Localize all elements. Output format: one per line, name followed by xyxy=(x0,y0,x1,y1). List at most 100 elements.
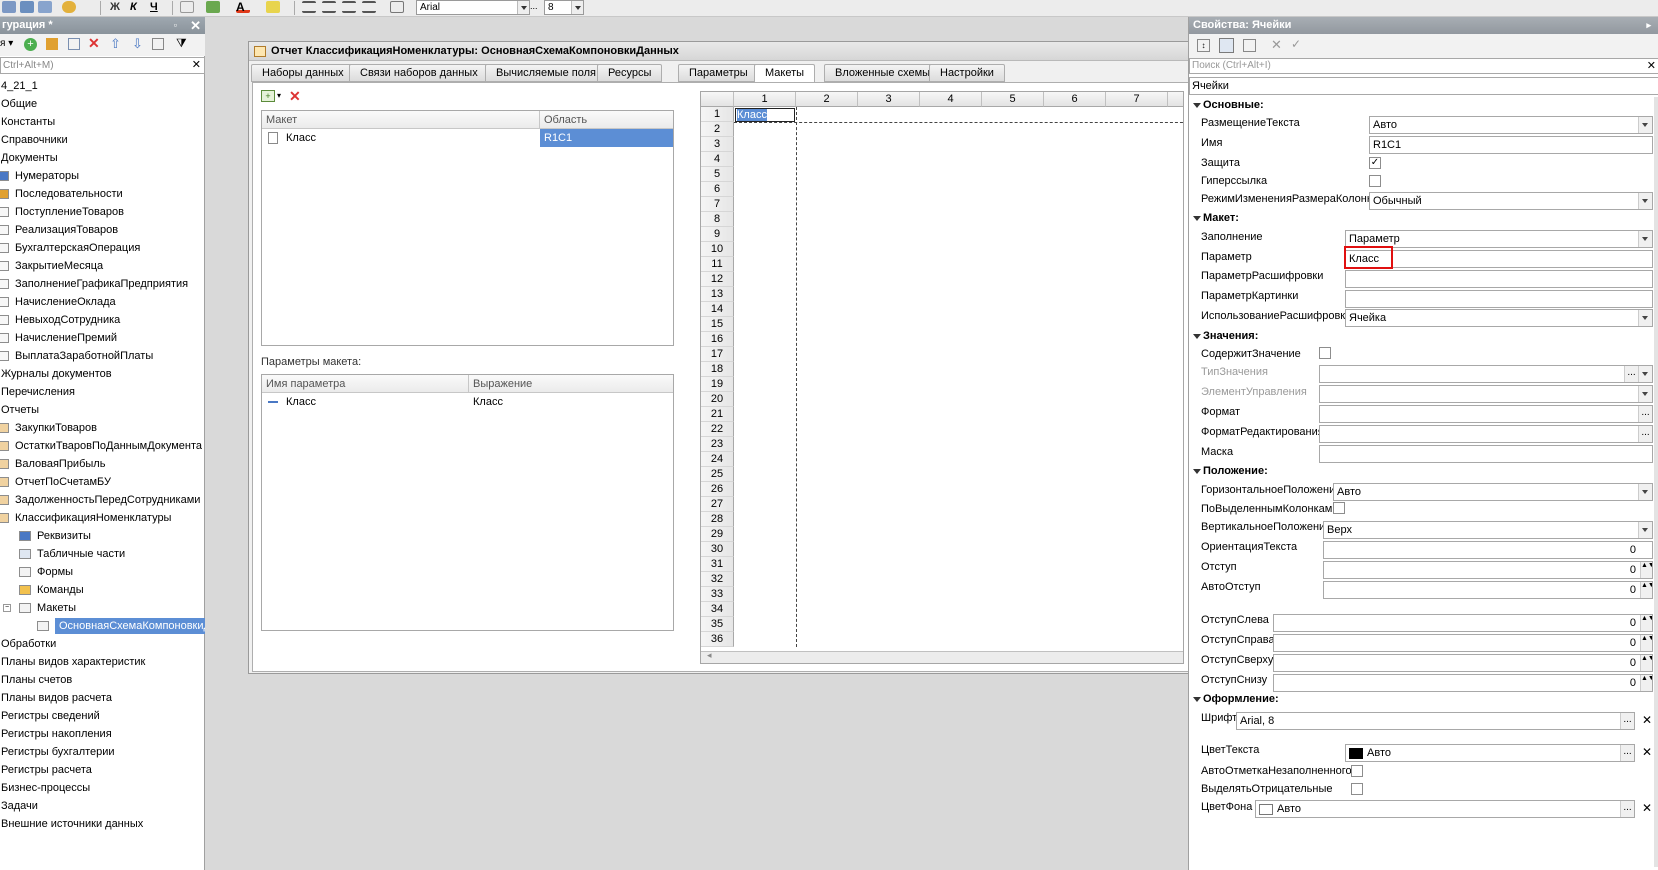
tree-item[interactable]: Константы xyxy=(0,113,205,131)
checkbox-auto_mark_empty[interactable] xyxy=(1351,765,1363,777)
tree-item[interactable]: 4_21_1 xyxy=(0,77,205,95)
field-indent_left[interactable]: 0 ▲▼ xyxy=(1273,614,1653,632)
row-header[interactable]: 36 xyxy=(701,632,734,647)
tree-item[interactable]: Регистры накопления xyxy=(0,725,205,743)
edit-icon[interactable] xyxy=(46,38,58,50)
column-header-area[interactable]: Область xyxy=(540,111,673,129)
tree-item[interactable]: Регистры бухгалтерии xyxy=(0,743,205,761)
field-auto_indent[interactable]: 0 ▲▼ xyxy=(1323,581,1653,599)
tree-item[interactable]: ОсновнаяСхемаКомпоновкиДанных xyxy=(0,617,205,635)
tree-item[interactable]: Общие xyxy=(0,95,205,113)
run-icon[interactable] xyxy=(62,1,76,13)
tab-1[interactable]: Наборы данных xyxy=(251,64,355,82)
tree-item[interactable]: Планы видов характеристик xyxy=(0,653,205,671)
field-details_parameter[interactable] xyxy=(1345,270,1653,288)
row-header[interactable]: 6 xyxy=(701,182,734,197)
database-icon[interactable] xyxy=(20,1,34,13)
row-header[interactable]: 26 xyxy=(701,482,734,497)
horizontal-scrollbar[interactable]: ◂ xyxy=(701,650,1183,663)
pin-icon[interactable]: ▫ xyxy=(174,17,177,34)
tab-6[interactable]: Макеты xyxy=(754,64,816,83)
field-vertical_position[interactable]: Верх xyxy=(1323,521,1653,539)
row-header[interactable]: 27 xyxy=(701,497,734,512)
tree-item[interactable]: ЗадолженностьПередСотрудниками xyxy=(0,491,205,509)
field-indent_bottom[interactable]: 0 ▲▼ xyxy=(1273,674,1653,692)
tab-2[interactable]: Связи наборов данных xyxy=(349,64,489,82)
column-header-expression[interactable]: Выражение xyxy=(469,375,673,393)
actions-menu[interactable]: я ▾ xyxy=(0,38,13,49)
spin-icon[interactable]: ▲▼ xyxy=(1640,615,1652,631)
row-header[interactable]: 24 xyxy=(701,452,734,467)
row-header[interactable]: 7 xyxy=(701,197,734,212)
sort-icon[interactable] xyxy=(152,38,164,50)
row-header[interactable]: 4 xyxy=(701,152,734,167)
row-header[interactable]: 3 xyxy=(701,137,734,152)
column-header-param-name[interactable]: Имя параметра xyxy=(262,375,469,393)
tree-item[interactable]: НачислениеПремий xyxy=(0,329,205,347)
align-center-icon[interactable] xyxy=(322,1,336,13)
borders-icon[interactable] xyxy=(180,1,194,13)
categories-icon[interactable] xyxy=(1219,38,1234,53)
field-details_usage[interactable]: Ячейка xyxy=(1345,309,1653,327)
clear-icon[interactable]: ✕ xyxy=(1640,712,1654,728)
tab-3[interactable]: Вычисляемые поля xyxy=(485,64,607,82)
row-header[interactable]: 21 xyxy=(701,407,734,422)
spin-icon[interactable]: ▲▼ xyxy=(1640,635,1652,651)
row-header[interactable]: 2 xyxy=(701,122,734,137)
chevron-down-icon[interactable]: ▾ xyxy=(277,91,281,100)
row-header[interactable]: 32 xyxy=(701,572,734,587)
column-header[interactable]: 6 xyxy=(1044,92,1106,107)
tree-item[interactable]: ВыплатаЗаработнойПлаты xyxy=(0,347,205,365)
vertical-scrollbar[interactable] xyxy=(1654,97,1658,867)
tree-item[interactable]: ОстаткиТваровПоДаннымДокумента xyxy=(0,437,205,455)
field-name[interactable]: R1C1 xyxy=(1369,136,1653,154)
clear-search-icon[interactable]: ✕ xyxy=(192,58,201,73)
row-header[interactable]: 12 xyxy=(701,272,734,287)
clear-icon[interactable]: ✕ xyxy=(1640,800,1654,816)
clear-icon[interactable]: ✕ xyxy=(1271,37,1282,53)
row-header[interactable]: 20 xyxy=(701,392,734,407)
tree-item[interactable]: Отчеты xyxy=(0,401,205,419)
underline-icon[interactable]: Ч xyxy=(150,1,164,13)
spin-icon[interactable]: ▲▼ xyxy=(1640,562,1652,578)
row-header[interactable]: 18 xyxy=(701,362,734,377)
column-header[interactable]: 7 xyxy=(1106,92,1168,107)
tree-item[interactable]: НачислениеОклада xyxy=(0,293,205,311)
tab-4[interactable]: Ресурсы xyxy=(597,64,663,82)
column-header[interactable]: 4 xyxy=(920,92,982,107)
row-header[interactable]: 13 xyxy=(701,287,734,302)
row-header[interactable]: 22 xyxy=(701,422,734,437)
row-header[interactable]: 31 xyxy=(701,557,734,572)
text-color-icon[interactable]: A xyxy=(236,1,250,13)
tree-item[interactable]: КлассификацияНоменклатуры xyxy=(0,509,205,527)
tab-8[interactable]: Настройки xyxy=(929,64,1005,82)
tree-item[interactable]: НевыходСотрудника xyxy=(0,311,205,329)
pin-icon[interactable]: ▸ xyxy=(1646,17,1651,34)
tree-item[interactable]: ПоступлениеТоваров xyxy=(0,203,205,221)
field-font[interactable]: Arial, 8... xyxy=(1236,712,1635,730)
column-header[interactable]: 1 xyxy=(734,92,796,107)
field-text_placement[interactable]: Авто xyxy=(1369,116,1653,134)
tree-item[interactable]: Реквизиты xyxy=(0,527,205,545)
table-row[interactable]: Класс Класс xyxy=(262,393,673,411)
font-name-select[interactable]: Arial xyxy=(416,0,530,15)
field-picture_parameter[interactable] xyxy=(1345,290,1653,308)
field-indent[interactable]: 0 ▲▼ xyxy=(1323,561,1653,579)
field-value_type[interactable]: ... xyxy=(1319,365,1653,383)
add-icon[interactable]: + xyxy=(24,38,37,51)
row-header[interactable]: 10 xyxy=(701,242,734,257)
italic-icon[interactable]: К xyxy=(130,1,144,13)
tree-item[interactable]: Формы xyxy=(0,563,205,581)
scroll-left-icon[interactable]: ◂ xyxy=(707,650,712,661)
select-icon[interactable]: ... xyxy=(1638,426,1652,442)
clear-search-icon[interactable]: ✕ xyxy=(1647,59,1656,73)
collapse-icon[interactable]: − xyxy=(3,604,11,612)
section-template[interactable]: Макет: xyxy=(1191,210,1239,226)
tab-7[interactable]: Вложенные схемы xyxy=(824,64,942,82)
section-design[interactable]: Оформление: xyxy=(1191,691,1279,707)
column-header[interactable]: 2 xyxy=(796,92,858,107)
fill-color-icon[interactable] xyxy=(206,1,220,13)
row-header[interactable]: 19 xyxy=(701,377,734,392)
tree-item[interactable]: БухгалтерскаяОперация xyxy=(0,239,205,257)
section-basic[interactable]: Основные: xyxy=(1191,97,1264,113)
